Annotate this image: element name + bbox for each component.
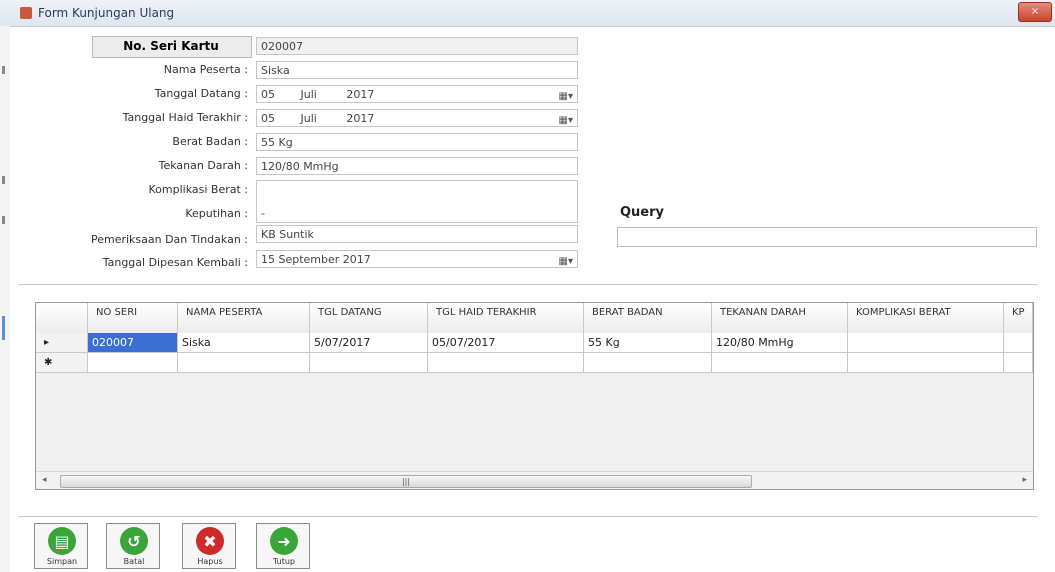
komplikasi-label: Komplikasi Berat :: [148, 183, 249, 196]
tgl-datang-picker[interactable]: 05 Juli 2017 ▦▾: [256, 85, 578, 103]
visit-form: No. Seri Kartu 020007 Nama Peserta : Sis…: [0, 26, 1055, 296]
column-header[interactable]: KP: [1004, 303, 1033, 333]
tgl-datang-year: 2017: [346, 88, 375, 101]
save-icon: ▤: [48, 527, 76, 555]
table-cell[interactable]: [428, 353, 584, 373]
query-input[interactable]: [617, 227, 1037, 247]
refresh-icon: ↺: [120, 527, 148, 555]
table-cell[interactable]: [848, 353, 1004, 373]
nama-label: Nama Peserta :: [163, 63, 248, 76]
tgl-haid-picker[interactable]: 05 Juli 2017 ▦▾: [256, 109, 578, 127]
table-cell[interactable]: [848, 333, 1004, 353]
keputihan-field[interactable]: -: [256, 205, 578, 223]
grid-header: NO SERI NAMA PESERTA TGL DATANG TGL HAID…: [36, 303, 1033, 334]
table-cell[interactable]: [584, 353, 712, 373]
berat-label: Berat Badan :: [172, 135, 248, 148]
tekanan-field[interactable]: 120/80 MmHg: [256, 157, 578, 175]
table-cell[interactable]: 05/07/2017: [428, 333, 584, 353]
query-label: Query: [620, 205, 665, 220]
berat-field[interactable]: 55 Kg: [256, 133, 578, 151]
column-header[interactable]: NO SERI: [88, 303, 178, 333]
title-bar: Form Kunjungan Ulang ×: [0, 0, 1055, 27]
tgl-haid-day: 05: [261, 112, 275, 125]
table-cell[interactable]: 55 Kg: [584, 333, 712, 353]
tgl-kembali-picker[interactable]: 15 September 2017 ▦▾: [256, 250, 578, 268]
tekanan-label: Tekanan Darah :: [158, 159, 248, 172]
table-cell[interactable]: 5/07/2017: [310, 333, 428, 353]
column-header[interactable]: NAMA PESERTA: [178, 303, 310, 333]
batal-label: Batal: [123, 557, 145, 566]
simpan-button[interactable]: ▤ Simpan: [34, 523, 88, 569]
table-row-new[interactable]: ✱: [36, 353, 1033, 373]
scroll-thumb[interactable]: |||: [60, 475, 752, 488]
window-title: Form Kunjungan Ulang: [38, 6, 175, 20]
tgl-haid-year: 2017: [346, 112, 375, 125]
horizontal-scrollbar[interactable]: ◂ ||| ▸: [36, 471, 1033, 489]
delete-icon: ✖: [196, 527, 224, 555]
hapus-label: Hapus: [197, 557, 223, 566]
row-header-corner: [36, 303, 88, 333]
nama-field[interactable]: Siska: [256, 61, 578, 79]
tutup-label: Tutup: [272, 557, 296, 566]
column-header[interactable]: TGL HAID TERAKHIR: [428, 303, 584, 333]
close-button[interactable]: ×: [1018, 2, 1052, 22]
keputihan-label: Keputihan :: [185, 207, 248, 220]
tgl-datang-month: Juli: [300, 88, 317, 101]
table-cell[interactable]: [712, 353, 848, 373]
scroll-left-icon[interactable]: ◂: [42, 475, 47, 485]
action-toolbar: ▤ Simpan ↺ Batal ✖ Hapus ➜ Tutup: [18, 516, 1038, 569]
batal-button[interactable]: ↺ Batal: [106, 523, 160, 569]
column-header[interactable]: TEKANAN DARAH: [712, 303, 848, 333]
column-header[interactable]: TGL DATANG: [310, 303, 428, 333]
tgl-haid-label: Tanggal Haid Terakhir :: [122, 111, 248, 124]
table-cell[interactable]: [310, 353, 428, 373]
row-marker[interactable]: ▸: [36, 333, 88, 353]
table-cell[interactable]: [178, 353, 310, 373]
tgl-haid-month: Juli: [300, 112, 317, 125]
exit-icon: ➜: [270, 527, 298, 555]
tgl-kembali-value: 15 September 2017: [261, 253, 371, 266]
simpan-label: Simpan: [46, 557, 78, 566]
table-cell[interactable]: 020007: [88, 333, 178, 353]
table-cell[interactable]: [1004, 353, 1033, 373]
pemeriksaan-label: Pemeriksaan Dan Tindakan :: [90, 233, 248, 246]
calendar-dropdown-icon[interactable]: ▦▾: [559, 253, 573, 271]
tgl-kembali-label: Tanggal Dipesan Kembali :: [102, 256, 248, 269]
table-row[interactable]: ▸ 020007 Siska 5/07/2017 05/07/2017 55 K…: [36, 333, 1033, 353]
tgl-datang-label: Tanggal Datang :: [154, 87, 248, 100]
table-cell[interactable]: 120/80 MmHg: [712, 333, 848, 353]
table-cell[interactable]: [88, 353, 178, 373]
edge-mark: [2, 316, 5, 340]
app-icon: [20, 7, 32, 19]
column-header[interactable]: BERAT BADAN: [584, 303, 712, 333]
data-grid[interactable]: NO SERI NAMA PESERTA TGL DATANG TGL HAID…: [35, 302, 1034, 490]
column-header[interactable]: KOMPLIKASI BERAT: [848, 303, 1004, 333]
no-seri-field[interactable]: 020007: [256, 37, 578, 55]
new-row-marker[interactable]: ✱: [36, 353, 88, 373]
tgl-datang-day: 05: [261, 88, 275, 101]
tutup-button[interactable]: ➜ Tutup: [256, 523, 310, 569]
no-seri-label: No. Seri Kartu: [123, 39, 219, 53]
scroll-right-icon[interactable]: ▸: [1022, 475, 1027, 485]
table-cell[interactable]: Siska: [178, 333, 310, 353]
hapus-button[interactable]: ✖ Hapus: [182, 523, 236, 569]
pemeriksaan-field[interactable]: KB Suntik: [256, 225, 578, 243]
calendar-dropdown-icon[interactable]: ▦▾: [559, 88, 573, 106]
calendar-dropdown-icon[interactable]: ▦▾: [559, 112, 573, 130]
table-cell[interactable]: [1004, 333, 1033, 353]
section-divider: [18, 284, 1038, 285]
